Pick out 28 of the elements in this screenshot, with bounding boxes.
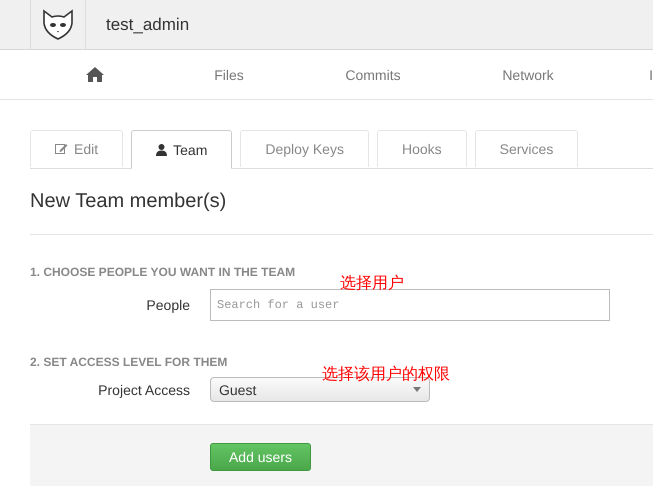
page-title: New Team member(s) — [30, 190, 653, 235]
field-label: People — [145, 297, 190, 313]
section-heading: 2. SET ACCESS LEVEL FOR THEM — [30, 355, 228, 369]
search-field[interactable]: Search for a user — [210, 289, 610, 321]
tab-label: Services — [500, 141, 554, 157]
field-label: Project Access — [97, 382, 190, 398]
tab[interactable]: Team — [131, 130, 232, 169]
tab-label: Hooks — [402, 141, 442, 157]
add-users-button[interactable]: Add users — [210, 443, 311, 471]
home-icon — [86, 67, 104, 82]
tab[interactable]: Services — [474, 130, 578, 167]
home-link[interactable] — [86, 67, 104, 82]
user-icon — [156, 144, 168, 156]
cat-logo-icon — [41, 8, 75, 40]
nav-link[interactable]: Files — [214, 66, 244, 82]
tab[interactable]: Deploy Keys — [240, 130, 369, 167]
edit-icon — [55, 143, 68, 155]
tab[interactable]: Hooks — [376, 130, 467, 167]
tab-label: Edit — [74, 141, 98, 157]
tab[interactable]: Edit — [30, 130, 124, 167]
username: test_admin — [106, 14, 190, 34]
tab-label: Deploy Keys — [265, 141, 344, 157]
nav-link[interactable]: Network — [502, 66, 554, 82]
caret-icon — [413, 387, 421, 392]
nav-link[interactable]: I — [649, 66, 653, 82]
section-heading: 1. CHOOSE PEOPLE YOU WANT IN THE TEAM — [30, 265, 296, 279]
nav-link[interactable]: Commits — [345, 66, 401, 82]
tab-label: Team — [173, 142, 208, 158]
